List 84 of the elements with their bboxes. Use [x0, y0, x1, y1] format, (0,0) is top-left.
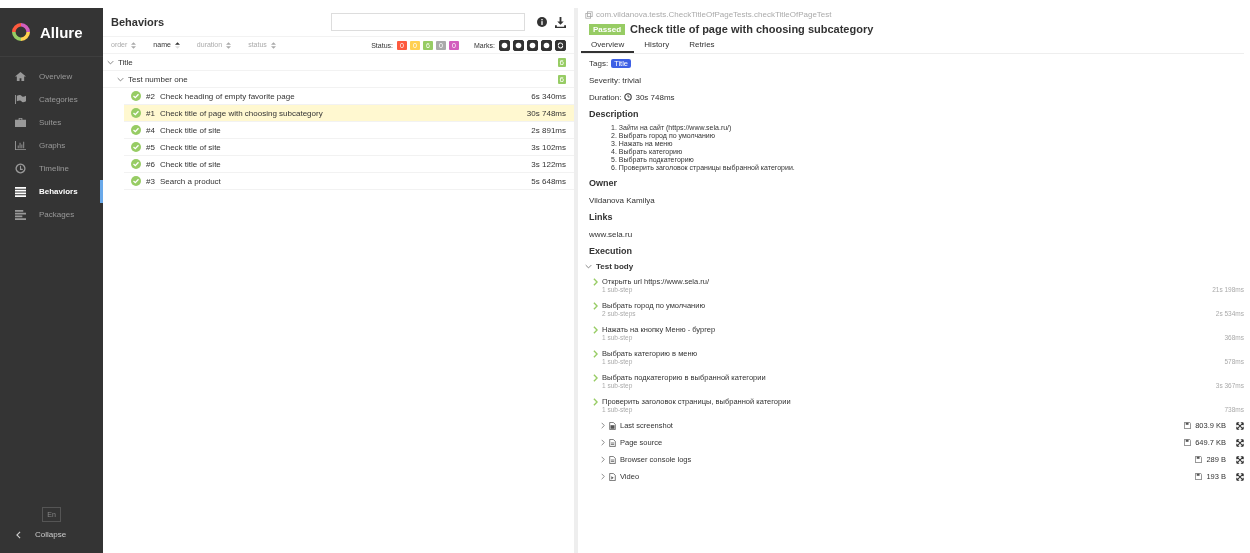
- expand-icon[interactable]: [1236, 472, 1244, 481]
- download-icon[interactable]: [555, 16, 566, 28]
- section-heading: Description: [589, 107, 640, 121]
- tree-group[interactable]: Title 6: [103, 54, 574, 71]
- check-circle-icon: [131, 159, 141, 169]
- chevron-icon: [593, 301, 598, 310]
- nav-item[interactable]: Categories: [0, 88, 103, 111]
- check-circle-icon: [131, 108, 141, 118]
- test-row[interactable]: #1 Check title of page with choosing subcategory 30s 748ms: [124, 105, 574, 122]
- sort-icon: [226, 41, 232, 49]
- sort-icon: [174, 41, 180, 49]
- nav-item[interactable]: Packages: [0, 203, 103, 226]
- section-heading: Owner: [589, 176, 618, 190]
- logo-icon: [12, 23, 30, 41]
- count-badge: 6: [557, 57, 566, 67]
- chevron-icon: [601, 456, 605, 464]
- test-path: com.vildanova.tests.CheckTitleOfPageTests.checkTitleOfPageTest: [596, 10, 832, 19]
- nav-item[interactable]: Overview: [0, 65, 103, 88]
- info-icon[interactable]: [537, 17, 547, 27]
- test-row[interactable]: #5 Check title of site 3s 102ms: [124, 139, 574, 156]
- chevron-icon: [601, 422, 605, 430]
- expand-icon[interactable]: [1236, 455, 1244, 464]
- expand-icon[interactable]: [1236, 438, 1244, 447]
- duration-value: 30s 748ms: [635, 92, 675, 102]
- chevron-icon: [593, 349, 598, 358]
- chevron-icon: [601, 439, 605, 447]
- clock-icon: [14, 163, 27, 174]
- panel-title: Behaviors: [111, 16, 166, 28]
- app-name: Allure: [40, 23, 83, 41]
- briefcase-icon: [14, 117, 27, 128]
- lines-icon: [14, 209, 27, 220]
- check-circle-icon: [131, 176, 141, 186]
- save-icon: [1184, 422, 1192, 430]
- severity-text: Severity: trivial: [589, 74, 642, 87]
- test-row[interactable]: #3 Search a product 5s 648ms: [124, 173, 574, 190]
- test-title: Check title of page with choosing subcategory: [630, 23, 874, 35]
- save-icon: [1195, 473, 1203, 481]
- chevron-icon: [117, 76, 124, 82]
- duration-label: Duration:: [589, 92, 622, 102]
- tab[interactable]: Overview: [581, 37, 635, 53]
- chevron-icon: [585, 263, 592, 269]
- check-circle-icon: [131, 142, 141, 152]
- chevron-icon: [107, 59, 114, 65]
- nav-item[interactable]: Suites: [0, 111, 103, 134]
- check-circle-icon: [131, 91, 141, 101]
- image-file-icon: [609, 421, 616, 430]
- chevron-icon: [593, 397, 598, 406]
- video-file-icon: [609, 472, 616, 481]
- link[interactable]: www.sela.ru: [589, 229, 633, 239]
- section-heading: Links: [589, 210, 614, 224]
- flag-icon: [14, 94, 27, 105]
- search-field[interactable]: [331, 13, 525, 31]
- save-icon: [1184, 439, 1192, 447]
- tab[interactable]: History: [634, 37, 680, 53]
- bar-chart-icon: [14, 140, 27, 151]
- tab[interactable]: Retries: [679, 37, 725, 53]
- file-icon: [609, 455, 616, 464]
- status-badge: Passed: [589, 23, 626, 35]
- home-icon: [14, 71, 27, 82]
- tags-label: Tags:: [589, 58, 609, 68]
- nav-item[interactable]: Timeline: [0, 157, 103, 180]
- chevron-icon: [16, 530, 21, 539]
- collapse-button[interactable]: Collapse: [0, 530, 103, 553]
- clock-icon: [624, 93, 633, 101]
- owner-name: Vildanova Kamilya: [589, 194, 656, 207]
- chevron-icon: [601, 473, 605, 481]
- sort-icon: [131, 41, 137, 49]
- chevron-icon: [593, 325, 598, 334]
- file-icon: [609, 438, 616, 447]
- test-body-toggle[interactable]: Test body: [585, 259, 1244, 274]
- nav-item[interactable]: Graphs: [0, 134, 103, 157]
- tree-group[interactable]: Test number one 6: [103, 71, 574, 88]
- test-row[interactable]: #4 Check title of site 2s 891ms: [124, 122, 574, 139]
- chevron-icon: [593, 373, 598, 382]
- check-circle-icon: [131, 125, 141, 135]
- section-heading: Execution: [589, 244, 633, 258]
- refresh-filter-icon[interactable]: [555, 39, 566, 51]
- count-badge: 6: [557, 74, 566, 84]
- save-icon: [1195, 456, 1203, 464]
- test-row[interactable]: #6 Check title of site 3s 122ms: [124, 156, 574, 173]
- list-icon: [14, 186, 27, 197]
- nav-item[interactable]: Behaviors: [0, 180, 103, 203]
- sort-icon: [270, 41, 276, 49]
- expand-icon[interactable]: [1236, 421, 1244, 430]
